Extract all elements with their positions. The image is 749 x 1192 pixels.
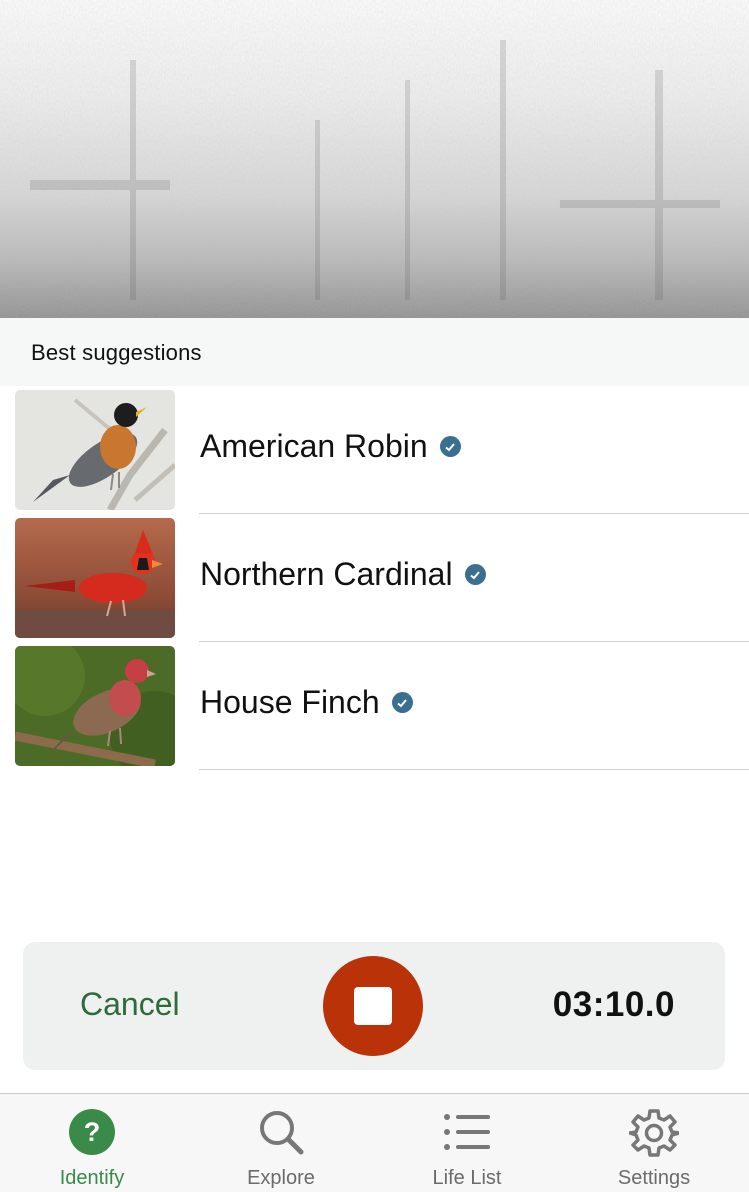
suggestion-name: House Finch	[200, 684, 413, 721]
stop-icon	[354, 987, 392, 1025]
question-mark-icon: ?	[68, 1108, 116, 1161]
suggestion-row-house-finch[interactable]: House Finch	[0, 642, 749, 770]
tab-identify[interactable]: ? Identify	[17, 1094, 167, 1192]
northern-cardinal-photo	[15, 518, 175, 638]
svg-text:?: ?	[84, 1117, 101, 1147]
verified-check-icon	[464, 564, 486, 585]
tab-label: Identify	[59, 1167, 125, 1189]
tab-explore[interactable]: Explore	[206, 1094, 356, 1192]
list-icon	[442, 1108, 492, 1161]
tab-label: Settings	[617, 1167, 691, 1189]
search-icon	[257, 1108, 305, 1161]
cancel-button[interactable]: Cancel	[80, 986, 180, 1023]
suggestion-row-northern-cardinal[interactable]: Northern Cardinal	[0, 514, 749, 642]
tab-label: Life List	[432, 1167, 502, 1189]
house-finch-photo	[15, 646, 175, 766]
suggestion-row-american-robin[interactable]: American Robin	[0, 386, 749, 514]
recording-timer: 03:10.0	[552, 985, 675, 1024]
spectrogram	[0, 0, 749, 318]
row-divider	[199, 769, 749, 770]
section-title: Best suggestions	[31, 340, 202, 365]
american-robin-photo	[15, 390, 175, 510]
verified-check-icon	[391, 692, 413, 713]
suggestion-list: American Robin Northern Cardinal House F…	[0, 386, 749, 770]
section-header: Best suggestions	[0, 318, 749, 386]
verified-check-icon	[439, 436, 461, 457]
gear-icon	[628, 1108, 681, 1163]
recording-controls: Cancel 03:10.0	[23, 942, 725, 1070]
merlin-sound-id-screen: Best suggestions American Robin Northern…	[0, 0, 749, 1192]
tab-label: Explore	[247, 1167, 315, 1189]
stop-recording-button[interactable]	[323, 956, 423, 1056]
tab-bar: ? Identify Explore Life List Settings	[0, 1093, 749, 1192]
suggestion-name: American Robin	[200, 428, 461, 465]
suggestion-name: Northern Cardinal	[200, 556, 486, 593]
spectrogram-noise	[0, 0, 749, 318]
tab-life-list[interactable]: Life List	[392, 1094, 542, 1192]
tab-settings[interactable]: Settings	[579, 1094, 729, 1192]
